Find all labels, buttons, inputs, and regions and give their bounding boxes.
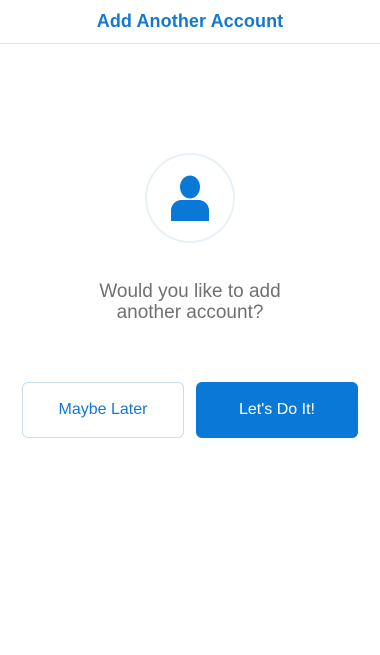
lets-do-it-button[interactable]: Let's Do It! [196, 382, 358, 438]
add-account-prompt: Would you like to add another account? [99, 281, 281, 323]
person-icon [171, 175, 209, 221]
maybe-later-button[interactable]: Maybe Later [22, 382, 184, 438]
page-title: Add Another Account [96, 11, 284, 31]
add-account-screen: Add Another Account Would you like to ad… [0, 0, 380, 655]
avatar [145, 153, 235, 243]
navigation-bar: Add Another Account [0, 0, 380, 44]
